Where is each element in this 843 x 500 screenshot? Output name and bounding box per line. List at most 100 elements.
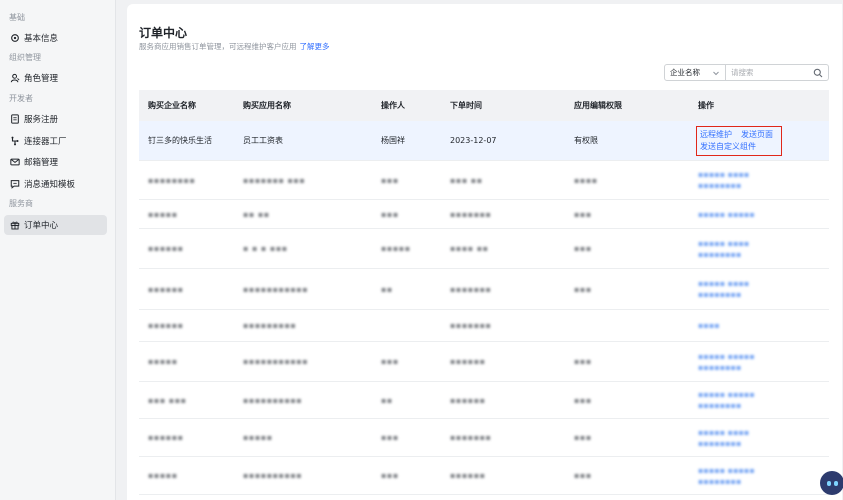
redacted-text: ▪▪▪: [574, 433, 592, 442]
redacted-action-link[interactable]: ▪▪▪▪▪ ▪▪▪▪: [698, 169, 829, 180]
redacted-text: ▪▪▪▪▪▪: [450, 395, 486, 405]
cell-actions-redacted: ▪▪▪▪▪ ▪▪▪▪ ▪▪▪▪▪▪▪▪: [697, 278, 829, 300]
redacted-text: ▪▪▪▪▪▪▪▪▪▪: [243, 471, 303, 480]
redacted-action-link[interactable]: ▪▪▪▪▪ ▪▪▪▪▪: [698, 465, 829, 476]
redacted-action-link[interactable]: ▪▪▪▪▪▪▪▪: [698, 289, 829, 300]
column-header-order-time: 下单时间: [450, 101, 482, 110]
cell-redacted: [574, 321, 697, 330]
redacted-text: ▪▪▪: [574, 357, 592, 366]
cell-redacted: ▪▪▪▪▪▪▪▪▪▪: [243, 396, 381, 405]
page-title: 订单中心: [139, 26, 188, 40]
redacted-text: ▪▪▪▪▪▪▪▪▪: [243, 321, 297, 330]
table-header: 购买企业名称 购买应用名称 操作人 下单时间 应用编辑权限 操作: [139, 90, 829, 121]
cell-redacted: ▪▪ ▪▪: [243, 210, 381, 219]
cell-redacted: ▪▪▪: [574, 210, 697, 219]
sidebar-item-message-template[interactable]: 消息通知模板: [4, 174, 107, 194]
table-row: ▪▪▪▪▪ ▪▪ ▪▪ ▪▪▪ ▪▪▪▪▪▪▪ ▪▪▪ ▪▪▪▪▪ ▪▪▪▪▪: [139, 200, 829, 229]
cell-redacted: ▪▪▪▪▪▪▪: [450, 210, 574, 219]
redacted-text: ▪▪▪▪▪▪: [450, 471, 486, 480]
cell-redacted: ▪▪▪▪▪▪: [139, 321, 243, 330]
redacted-text: ▪▪▪: [574, 284, 592, 294]
cell-actions-redacted: ▪▪▪▪▪ ▪▪▪▪ ▪▪▪▪▪▪▪▪: [697, 169, 829, 191]
redacted-action-link[interactable]: ▪▪▪▪▪▪▪▪: [698, 249, 829, 260]
sidebar-item-label: 角色管理: [24, 74, 59, 84]
sidebar-item-order-center[interactable]: 订单中心: [4, 215, 107, 235]
sidebar-item-label: 消息通知模板: [24, 180, 76, 190]
mail-icon: [9, 157, 20, 168]
cell-redacted: ▪▪▪: [574, 396, 697, 405]
cell-redacted: ▪▪▪: [381, 210, 450, 219]
cell-redacted: ▪▪▪: [574, 357, 697, 366]
redacted-text: ▪▪▪▪ ▪▪: [450, 244, 489, 253]
send-page-link[interactable]: 发送页面: [741, 130, 773, 139]
cell-redacted: ▪▪▪▪▪: [139, 471, 243, 480]
search-icon[interactable]: [813, 68, 823, 78]
sidebar-item-label: 连接器工厂: [24, 137, 67, 147]
connector-icon: [9, 136, 20, 147]
redacted-action-link[interactable]: ▪▪▪▪▪▪▪▪: [698, 438, 829, 449]
orders-table: 购买企业名称 购买应用名称 操作人 下单时间 应用编辑权限 操作 钉三多的快乐生…: [139, 90, 829, 495]
sidebar-item-label: 基本信息: [24, 34, 59, 44]
redacted-action-link[interactable]: ▪▪▪▪▪▪▪▪: [698, 476, 829, 487]
redacted-action-link[interactable]: ▪▪▪▪▪▪▪▪: [698, 180, 829, 191]
redacted-action-link[interactable]: ▪▪▪▪▪ ▪▪▪▪: [698, 427, 829, 438]
cell-redacted: ▪▪▪: [574, 471, 697, 480]
cell-order-time: 2023-12-07: [450, 136, 497, 145]
redacted-action-link[interactable]: ▪▪▪▪▪ ▪▪▪▪▪: [698, 209, 829, 220]
cell-redacted: ▪▪▪: [574, 285, 697, 294]
search-input[interactable]: [731, 68, 813, 77]
sidebar-item-service-register[interactable]: 服务注册: [4, 109, 107, 129]
redacted-text: ▪▪▪▪▪: [381, 244, 411, 253]
send-custom-component-link[interactable]: 发送自定义组件: [700, 142, 756, 151]
gear-icon: [9, 33, 20, 44]
redacted-action-link[interactable]: ▪▪▪▪▪ ▪▪▪▪▪: [698, 351, 829, 362]
cell-redacted: ▪▪▪▪▪▪▪▪▪▪▪: [243, 285, 381, 294]
sidebar-item-connector-factory[interactable]: 连接器工厂: [4, 131, 107, 151]
redacted-text: ▪▪▪: [381, 175, 399, 185]
redacted-action-link[interactable]: ▪▪▪▪▪▪▪▪: [698, 400, 829, 411]
sidebar-item-role-management[interactable]: 角色管理: [4, 68, 107, 88]
sidebar-item-label: 订单中心: [24, 221, 59, 231]
column-header-company: 购买企业名称: [148, 101, 196, 110]
redacted-action-link[interactable]: ▪▪▪▪▪ ▪▪▪▪▪: [698, 389, 829, 400]
cell-actions-redacted: ▪▪▪▪▪ ▪▪▪▪ ▪▪▪▪▪▪▪▪: [697, 238, 829, 260]
filter-field-select[interactable]: 企业名称: [664, 64, 726, 81]
sidebar-group-developer: 开发者: [9, 94, 33, 103]
cell-app: 员工工资表: [243, 136, 283, 145]
table-row: ▪▪▪▪▪▪ ▪▪▪▪▪▪▪▪▪ ▪▪▪▪▪▪▪ ▪▪▪▪: [139, 310, 829, 342]
redacted-text: ▪▪▪▪▪▪▪: [450, 433, 492, 442]
redacted-text: ▪▪▪▪▪▪▪: [450, 284, 492, 294]
table-row: ▪▪▪▪▪▪▪▪ ▪▪▪▪▪▪▪ ▪▪▪ ▪▪▪ ▪▪▪ ▪▪ ▪▪▪▪ ▪▪▪▪▪ ▪▪…: [139, 161, 829, 200]
redacted-text: ▪▪▪▪▪▪: [148, 284, 184, 294]
cell-redacted: ▪▪▪▪▪▪▪ ▪▪▪: [243, 176, 381, 185]
redacted-text: ▪▪▪▪▪: [148, 209, 178, 219]
redacted-action-link[interactable]: ▪▪▪▪▪ ▪▪▪▪: [698, 278, 829, 289]
actions-highlight-box: 远程维护 发送页面 发送自定义组件: [696, 125, 782, 156]
redacted-action-link[interactable]: ▪▪▪▪▪▪▪▪: [698, 362, 829, 373]
assistant-bot-button[interactable]: [820, 471, 843, 495]
sidebar-group-basic: 基础: [9, 13, 25, 22]
redacted-text: ▪▪▪▪▪: [148, 471, 178, 480]
sidebar-item-basic-info[interactable]: 基本信息: [4, 28, 107, 48]
remote-maintain-link[interactable]: 远程维护: [700, 130, 732, 139]
column-header-app: 购买应用名称: [243, 101, 291, 110]
cell-permission: 有权限: [574, 136, 598, 145]
redacted-text: ▪▪▪ ▪▪▪: [148, 395, 187, 405]
redacted-text: ▪▪▪▪▪: [148, 357, 178, 366]
cell-redacted: ▪▪▪▪▪: [243, 433, 381, 442]
column-header-operator: 操作人: [381, 101, 405, 110]
cell-actions-redacted: ▪▪▪▪▪ ▪▪▪▪ ▪▪▪▪▪▪▪▪: [697, 427, 829, 449]
redacted-text: ▪▪▪▪▪▪▪▪: [148, 175, 196, 185]
cell-redacted: ▪▪▪: [574, 433, 697, 442]
redacted-text: ▪▪▪: [381, 433, 399, 442]
page-description-text: 服务商应用销售订单管理，可远程维护客户应用: [139, 42, 297, 51]
cell-redacted: ▪▪▪▪▪▪▪▪▪: [243, 321, 381, 330]
sidebar-item-mail-management[interactable]: 邮箱管理: [4, 152, 107, 172]
learn-more-link[interactable]: 了解更多: [300, 42, 330, 51]
table-row: ▪▪▪▪▪ ▪▪▪▪▪▪▪▪▪▪ ▪▪▪ ▪▪▪▪▪▪ ▪▪▪ ▪▪▪▪▪ ▪▪▪▪▪ ▪▪…: [139, 457, 829, 495]
redacted-action-link[interactable]: ▪▪▪▪▪ ▪▪▪▪: [698, 238, 829, 249]
gift-icon: [9, 220, 20, 231]
redacted-action-link[interactable]: ▪▪▪▪: [698, 320, 829, 331]
sidebar-group-org: 组织管理: [9, 53, 41, 62]
redacted-text: ▪▪▪▪▪▪: [148, 244, 184, 253]
